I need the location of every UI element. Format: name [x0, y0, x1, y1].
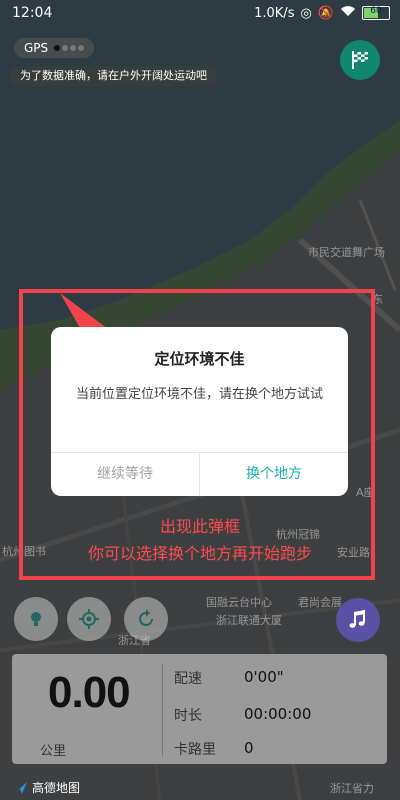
- run-stats-panel: 0.00 公里 配速 0'00" 时长 00:00:00 卡路里 0: [12, 654, 387, 764]
- continue-waiting-button[interactable]: 继续等待: [51, 453, 199, 496]
- music-note-icon: [349, 610, 365, 628]
- pace-value: 0'00": [244, 668, 284, 686]
- panel-divider: [162, 664, 163, 756]
- amap-logo-text: 高德地图: [32, 781, 81, 795]
- annotation-text-line1: 出现此弹框: [159, 517, 240, 536]
- calorie-value: 0: [244, 739, 254, 757]
- dialog-title: 定位环境不佳: [154, 350, 245, 368]
- annotation-text-line2: 你可以选择换个地方再开始跑步: [87, 544, 312, 563]
- lightbulb-icon: [31, 612, 41, 626]
- change-location-button[interactable]: 换个地方: [200, 453, 348, 496]
- refresh-button[interactable]: [124, 597, 168, 641]
- amap-logo: 高德地图: [14, 779, 80, 796]
- calorie-label: 卡路里: [174, 742, 216, 758]
- distance-unit: 公里: [40, 744, 67, 759]
- duration-value: 00:00:00: [244, 705, 312, 723]
- map-light-button[interactable]: [14, 597, 58, 641]
- amap-logo-icon: [15, 781, 27, 794]
- distance-value: 0.00: [48, 668, 131, 717]
- locate-button[interactable]: [67, 597, 111, 641]
- duration-label: 时长: [174, 708, 202, 724]
- pace-label: 配速: [174, 671, 202, 687]
- locate-icon: [79, 609, 99, 629]
- dialog-message: 当前位置定位环境不佳，请在换个地方试试: [75, 387, 323, 402]
- music-button[interactable]: [336, 598, 380, 642]
- refresh-icon: [139, 609, 153, 626]
- location-warning-dialog: 定位环境不佳 当前位置定位环境不佳，请在换个地方试试 继续等待 换个地方: [51, 327, 348, 496]
